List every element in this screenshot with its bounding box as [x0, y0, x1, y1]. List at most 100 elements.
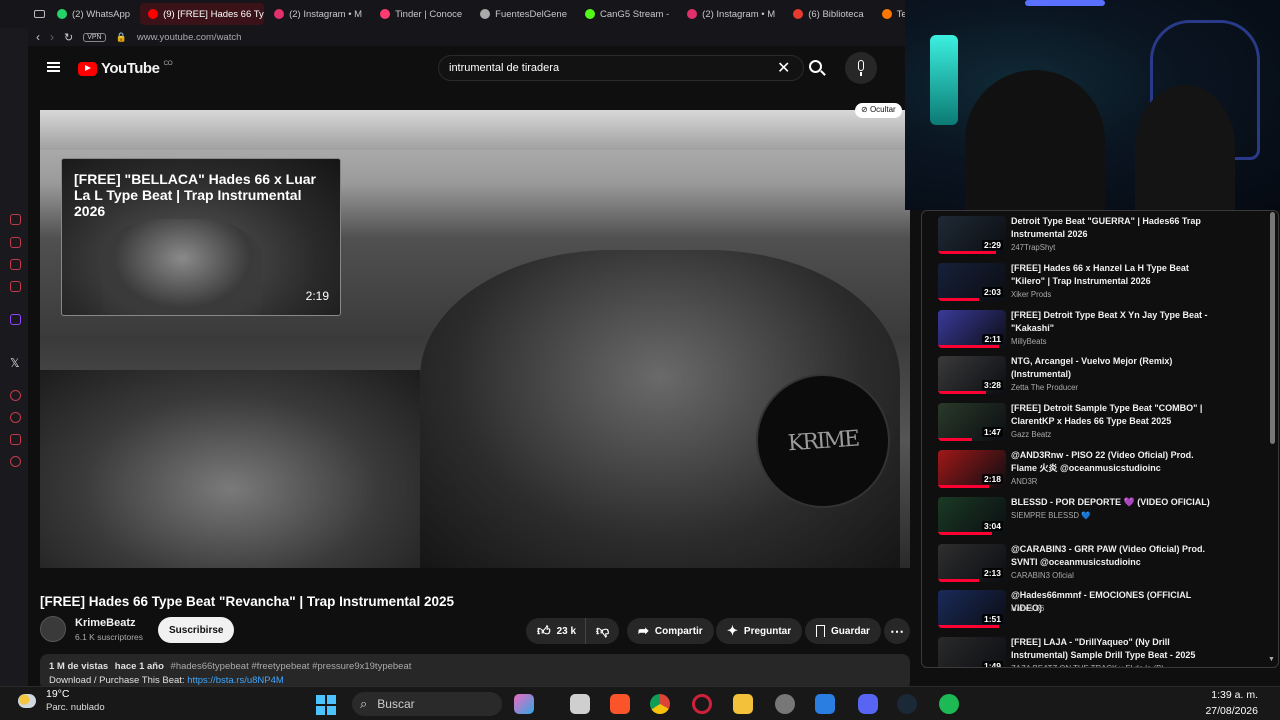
recommendation-title[interactable]: [FREE] Hades 66 x Hanzel La H Type Beat …	[1011, 262, 1211, 288]
recommendation-item[interactable]: 2:13 @CARABIN3 - GRR PAW (Video Oficial) …	[938, 543, 1238, 590]
recommendation-thumbnail[interactable]: 2:13	[938, 543, 1006, 582]
forward-icon[interactable]: ›	[50, 30, 54, 44]
recommendation-channel[interactable]: 247TrapShyt	[1011, 243, 1055, 252]
channel-avatar[interactable]	[40, 616, 66, 642]
recommendation-channel[interactable]: Xiker Prods	[1011, 290, 1051, 299]
recommendation-item[interactable]: 2:18 @AND3Rnw - PISO 22 (Video Oficial) P…	[938, 449, 1238, 496]
chrome-icon[interactable]	[650, 694, 670, 714]
hide-endcard-button[interactable]: ⊘ Ocultar	[855, 103, 902, 118]
brave-icon[interactable]	[610, 694, 630, 714]
sidebar-speed-dial-icon[interactable]	[10, 214, 21, 225]
sidebar-extensions-icon[interactable]	[10, 434, 21, 445]
microsoft-store-icon[interactable]	[815, 694, 835, 714]
recommendation-channel[interactable]: ZAZA BEATZ ON THE TRACK y El de la (B)	[1011, 664, 1164, 667]
recommendation-thumbnail[interactable]: 2:03	[938, 262, 1006, 301]
start-button[interactable]	[316, 695, 336, 715]
share-button[interactable]: ➦ Compartir	[627, 618, 714, 644]
recommendation-title[interactable]: [FREE] Detroit Sample Type Beat "COMBO" …	[1011, 402, 1211, 428]
recommendation-title[interactable]: Detroit Type Beat "GUERRA" | Hades66 Tra…	[1011, 215, 1211, 241]
ask-button[interactable]: ✦ Preguntar	[716, 618, 803, 644]
task-view-icon[interactable]	[570, 694, 590, 714]
recommendation-channel[interactable]: Hades 66	[1011, 604, 1044, 613]
spotify-icon[interactable]	[939, 694, 959, 714]
browser-tab[interactable]: (2) Instagram • M	[266, 3, 370, 25]
recommendation-title[interactable]: [FREE] LAJA - "DrillYaqueo" (Ny Drill In…	[1011, 636, 1211, 662]
recommendation-item[interactable]: 3:04 BLESSD - POR DEPORTE 💜 (VIDEO OFICIA…	[938, 496, 1238, 543]
recommendation-thumbnail[interactable]: 3:04	[938, 496, 1006, 535]
download-link[interactable]: https://bsta.rs/u8NP4M	[187, 675, 284, 686]
search-input[interactable]: intrumental de tiradera	[438, 55, 804, 81]
recommendation-thumbnail[interactable]: 1:49	[938, 637, 1006, 667]
browser-tab[interactable]: (6) Biblioteca	[785, 3, 871, 25]
vpn-badge[interactable]: VPN	[83, 32, 106, 42]
like-button[interactable]: 👍︎ 23 k	[526, 618, 587, 644]
recommendation-channel[interactable]: Gazz Beatz	[1011, 430, 1051, 439]
recommendation-channel[interactable]: Zetta The Producer	[1011, 383, 1078, 392]
recommendation-thumbnail[interactable]: 2:11	[938, 309, 1006, 348]
browser-tab[interactable]: CanG5 Stream -	[577, 3, 677, 25]
taskbar-search[interactable]: ⌕ Buscar	[352, 692, 502, 716]
sidebar-twitch-icon[interactable]	[10, 314, 21, 325]
sidebar-messenger-icon[interactable]	[10, 259, 21, 270]
opera-gx-icon[interactable]	[692, 694, 712, 714]
steam-icon[interactable]	[897, 694, 917, 714]
recommendation-item[interactable]: 2:03 [FREE] Hades 66 x Hanzel La H Type B…	[938, 262, 1238, 309]
recommendation-thumbnail[interactable]: 1:51	[938, 590, 1006, 629]
voice-search-icon[interactable]	[845, 52, 877, 84]
recommendation-item[interactable]: 1:47 [FREE] Detroit Sample Type Beat "COM…	[938, 402, 1238, 449]
recommendation-title[interactable]: BLESSD - POR DEPORTE 💜 (VIDEO OFICIAL)	[1011, 496, 1211, 509]
back-icon[interactable]: ‹	[36, 30, 40, 44]
recommendation-item[interactable]: 2:11 [FREE] Detroit Type Beat X Yn Jay Ty…	[938, 309, 1238, 356]
clear-search-icon[interactable]: ✕	[777, 58, 790, 78]
discord-icon[interactable]	[858, 694, 878, 714]
recommendation-item[interactable]: 1:51 @Hades66mmnf - EMOCIONES (OFFICIAL V…	[938, 589, 1238, 636]
recommendations-scrollbar[interactable]	[1270, 212, 1275, 444]
sidebar-player-icon[interactable]	[10, 390, 21, 401]
recommendation-channel[interactable]: AND3R	[1011, 477, 1037, 486]
weather-widget[interactable]: 19°C Parc. nublado	[46, 688, 105, 714]
weather-icon[interactable]	[18, 694, 36, 708]
recommendation-title[interactable]: NTG, Arcangel - Vuelvo Mejor (Remix) (In…	[1011, 355, 1211, 381]
browser-tab[interactable]: (2) WhatsApp	[49, 3, 138, 25]
browser-tab[interactable]: (9) [FREE] Hades 66 Type	[140, 3, 265, 25]
hashtags[interactable]: #hades66typebeat #freetypebeat #pressure…	[171, 661, 412, 672]
save-button[interactable]: Guardar	[805, 618, 881, 644]
browser-tab[interactable]: FuentesDelGene	[472, 3, 575, 25]
video-description[interactable]: 1 M de vistas hace 1 año #hades66typebea…	[40, 654, 910, 690]
browser-tab[interactable]: (2) Instagram • M	[679, 3, 783, 25]
url-field[interactable]: www.youtube.com/watch	[137, 32, 242, 43]
recommendation-thumbnail[interactable]: 2:29	[938, 216, 1006, 254]
sidebar-bookmarks-icon[interactable]	[10, 281, 21, 292]
youtube-logo[interactable]: YouTube CO	[78, 60, 173, 77]
subscribe-button[interactable]: Suscribirse	[158, 617, 235, 643]
recommendation-item[interactable]: 2:29 Detroit Type Beat "GUERRA" | Hades66…	[938, 215, 1238, 262]
recommendation-title[interactable]: [FREE] Detroit Type Beat X Yn Jay Type B…	[1011, 309, 1211, 335]
recommendation-channel[interactable]: CARABIN3 Oficial	[1011, 571, 1074, 580]
recommendation-channel[interactable]: MillyBeats	[1011, 337, 1047, 346]
recommendation-title[interactable]: @CARABIN3 - GRR PAW (Video Oficial) Prod…	[1011, 543, 1211, 569]
sidebar-history-icon[interactable]	[10, 412, 21, 423]
menu-icon[interactable]	[47, 62, 60, 72]
sidebar-x-icon[interactable]: 𝕏	[10, 356, 20, 370]
recommendation-thumbnail[interactable]: 1:47	[938, 403, 1006, 442]
recommendation-title[interactable]: @AND3Rnw - PISO 22 (Video Oficial) Prod.…	[1011, 449, 1211, 475]
recommendation-thumbnail[interactable]: 2:18	[938, 449, 1006, 488]
sidebar-shop-icon[interactable]	[10, 237, 21, 248]
channel-name[interactable]: KrimeBeatz	[75, 617, 136, 629]
recommendation-thumbnail[interactable]: 3:28	[938, 356, 1006, 395]
steam-overlay-icon[interactable]	[775, 694, 795, 714]
recommendation-channel[interactable]: SIEMPRE BLESSD 💙	[1011, 511, 1091, 520]
endscreen-video-card[interactable]: [FREE] "BELLACA" Hades 66 x Luar La L Ty…	[61, 158, 341, 316]
system-clock[interactable]: 1:39 a. m. 27/08/2026	[1205, 687, 1258, 719]
scroll-down-icon[interactable]: ▼	[1268, 656, 1275, 663]
more-actions-button[interactable]: ⋯	[884, 618, 910, 644]
dislike-button[interactable]: 👎︎	[585, 618, 620, 644]
tab-strip-icon[interactable]	[30, 3, 49, 25]
flamingo-widget-icon[interactable]	[514, 694, 534, 714]
recommendation-item[interactable]: 3:28 NTG, Arcangel - Vuelvo Mejor (Remix)…	[938, 355, 1238, 402]
reload-icon[interactable]: ↻	[64, 31, 73, 44]
file-explorer-icon[interactable]	[733, 694, 753, 714]
browser-tab[interactable]: Tinder | Conoce	[372, 3, 470, 25]
sidebar-settings-icon[interactable]	[10, 456, 21, 467]
recommendation-item[interactable]: 1:49 [FREE] LAJA - "DrillYaqueo" (Ny Dril…	[938, 636, 1238, 667]
